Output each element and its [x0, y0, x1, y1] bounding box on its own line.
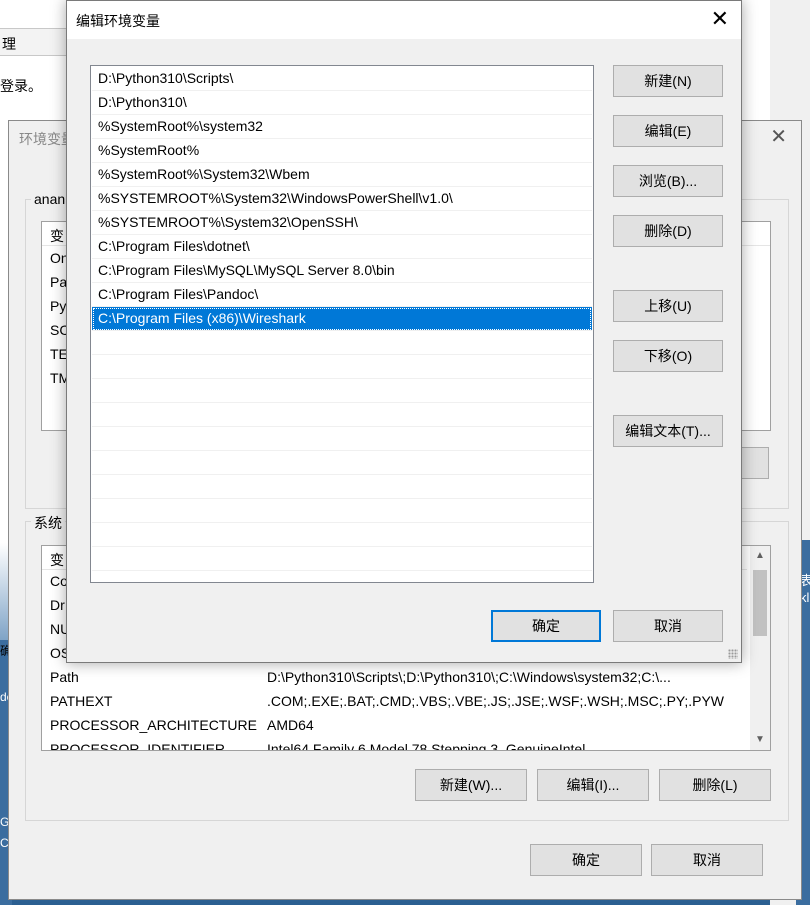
new-button[interactable]: 新建(N) [613, 65, 723, 97]
variable-value: Intel64 Family 6 Model 78 Stepping 3, Ge… [267, 741, 586, 750]
system-new-button[interactable]: 新建(W)... [415, 769, 527, 801]
empty-row[interactable] [92, 499, 592, 523]
path-item-label: D:\Python310\ [98, 94, 187, 110]
list-item[interactable]: Pa [50, 274, 67, 290]
empty-row[interactable] [92, 331, 592, 355]
browse-button[interactable]: 浏览(B)... [613, 165, 723, 197]
system-list-header-label: 变 [50, 552, 64, 568]
move-down-button[interactable]: 下移(O) [613, 340, 723, 372]
system-variables-label: 系统 [31, 513, 65, 533]
env-ok-button[interactable]: 确定 [530, 844, 642, 876]
path-item-label: C:\Program Files\Pandoc\ [98, 286, 259, 302]
path-item-label: C:\Program Files\dotnet\ [98, 238, 250, 254]
vertical-scrollbar[interactable]: ▲ ▼ [750, 546, 770, 750]
empty-row[interactable] [92, 379, 592, 403]
variable-name: PROCESSOR_IDENTIFIER [50, 741, 226, 750]
variable-name: Path [50, 669, 79, 685]
empty-row[interactable] [92, 475, 592, 499]
path-item[interactable]: %SystemRoot% [92, 139, 592, 163]
variable-name: PATHEXT [50, 693, 113, 709]
background-login-text: 登录。 [0, 78, 42, 94]
empty-row[interactable] [92, 403, 592, 427]
dialog-titlebar[interactable]: 编辑环境变量 ✕ [67, 1, 741, 39]
resize-grip-icon[interactable] [728, 649, 738, 659]
table-row[interactable]: PROCESSOR_IDENTIFIER Intel64 Family 6 Mod… [42, 738, 747, 750]
path-item[interactable]: D:\Python310\Scripts\ [92, 67, 592, 91]
path-item-label: %SystemRoot%\system32 [98, 118, 263, 134]
path-item[interactable]: %SYSTEMROOT%\System32\WindowsPowerShell\… [92, 187, 592, 211]
path-item-label: D:\Python310\Scripts\ [98, 70, 234, 86]
scrollbar-thumb[interactable] [753, 570, 767, 636]
path-item[interactable]: %SYSTEMROOT%\System32\OpenSSH\ [92, 211, 592, 235]
background-tab[interactable]: 理 [0, 28, 70, 56]
env-cancel-button[interactable]: 取消 [651, 844, 763, 876]
table-row[interactable]: PROCESSOR_ARCHITECTURE AMD64 [42, 714, 747, 738]
background-tab-label: 理 [2, 36, 16, 52]
user-list-header-label: 变 [50, 228, 64, 244]
path-item-label: %SYSTEMROOT%\System32\WindowsPowerShell\… [98, 190, 453, 206]
empty-row[interactable] [92, 355, 592, 379]
system-delete-button[interactable]: 删除(L) [659, 769, 771, 801]
variable-value: AMD64 [267, 717, 314, 733]
dialog-title: 编辑环境变量 [76, 13, 160, 29]
table-row[interactable]: Path D:\Python310\Scripts\;D:\Python310\;… [42, 666, 747, 690]
variable-name: Dr [50, 597, 65, 613]
variable-value: D:\Python310\Scripts\;D:\Python310\;C:\W… [267, 669, 671, 685]
path-item[interactable]: %SystemRoot%\system32 [92, 115, 592, 139]
ok-button[interactable]: 确定 [491, 610, 601, 642]
edit-button[interactable]: 编辑(E) [613, 115, 723, 147]
path-item[interactable]: D:\Python310\ [92, 91, 592, 115]
path-item-label: C:\Program Files\MySQL\MySQL Server 8.0\… [98, 262, 395, 278]
path-list[interactable]: D:\Python310\Scripts\ D:\Python310\ %Sys… [90, 65, 594, 583]
empty-row[interactable] [92, 451, 592, 475]
delete-button[interactable]: 删除(D) [613, 215, 723, 247]
table-row[interactable]: PATHEXT .COM;.EXE;.BAT;.CMD;.VBS;.VBE;.JS… [42, 690, 747, 714]
path-item[interactable]: %SystemRoot%\System32\Wbem [92, 163, 592, 187]
close-icon[interactable]: ✕ [711, 7, 729, 31]
system-edit-button[interactable]: 编辑(I)... [537, 769, 649, 801]
empty-row[interactable] [92, 523, 592, 547]
path-item[interactable]: C:\Program Files\Pandoc\ [92, 283, 592, 307]
variable-name: PROCESSOR_ARCHITECTURE [50, 717, 257, 733]
user-variables-label: anan [31, 191, 69, 207]
path-item[interactable]: C:\Program Files\MySQL\MySQL Server 8.0\… [92, 259, 592, 283]
path-item-label: %SYSTEMROOT%\System32\OpenSSH\ [98, 214, 358, 230]
list-item[interactable]: Py [50, 298, 66, 314]
user-delete-button[interactable] [739, 447, 769, 479]
variable-value: .COM;.EXE;.BAT;.CMD;.VBS;.VBE;.JS;.JSE;.… [267, 693, 725, 709]
path-item-label: C:\Program Files (x86)\Wireshark [98, 310, 306, 326]
edit-environment-variable-dialog: 编辑环境变量 ✕ D:\Python310\Scripts\ D:\Python… [66, 0, 742, 663]
move-up-button[interactable]: 上移(U) [613, 290, 723, 322]
empty-row[interactable] [92, 547, 592, 571]
empty-row[interactable] [92, 427, 592, 451]
cancel-button[interactable]: 取消 [613, 610, 723, 642]
close-icon[interactable]: ✕ [770, 127, 787, 147]
scroll-up-icon[interactable]: ▲ [750, 546, 770, 566]
path-item-label: %SystemRoot% [98, 142, 200, 158]
path-item[interactable]: C:\Program Files\dotnet\ [92, 235, 592, 259]
path-item-selected[interactable]: C:\Program Files (x86)\Wireshark [92, 307, 592, 331]
edit-text-button[interactable]: 编辑文本(T)... [613, 415, 723, 447]
path-item-label: %SystemRoot%\System32\Wbem [98, 166, 310, 182]
scroll-down-icon[interactable]: ▼ [750, 730, 770, 750]
